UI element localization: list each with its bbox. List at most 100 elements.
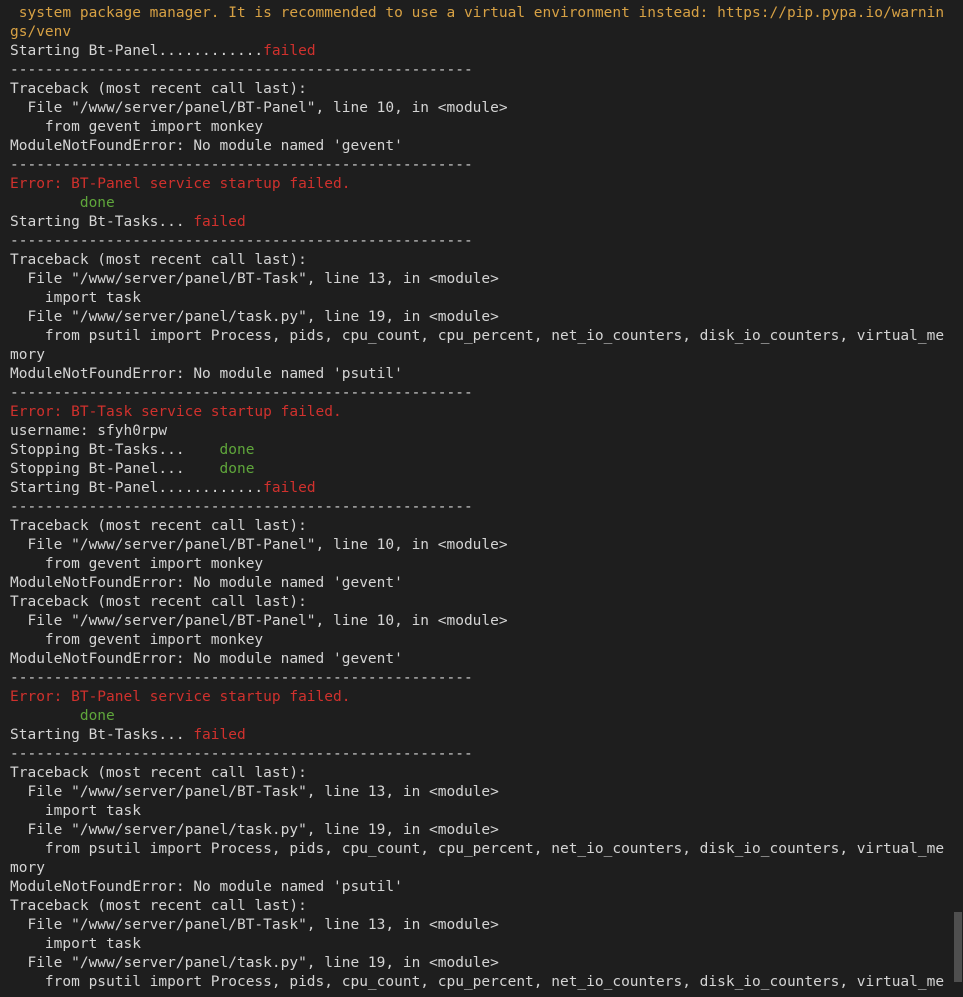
terminal-text-segment: ----------------------------------------… xyxy=(10,385,473,401)
terminal-text-segment: Starting Bt-Panel............ xyxy=(10,480,264,496)
terminal-text-segment: gs/venv xyxy=(10,24,72,40)
terminal-line: import task xyxy=(10,289,953,308)
terminal-text-segment: failed xyxy=(193,214,246,230)
terminal-line: Traceback (most recent call last): xyxy=(10,897,953,916)
terminal-text-segment: Starting Bt-Tasks... xyxy=(10,214,194,230)
terminal-line: username: sfyh0rpw xyxy=(10,422,953,441)
terminal-text-segment: ----------------------------------------… xyxy=(10,233,473,249)
terminal-line: Stopping Bt-Tasks... done xyxy=(10,441,953,460)
terminal-text-segment: Starting Bt-Tasks... xyxy=(10,727,194,743)
terminal-text-segment: from gevent import monkey xyxy=(10,632,264,648)
terminal-text-segment: done xyxy=(219,461,255,477)
terminal-line: from psutil import Process, pids, cpu_co… xyxy=(10,840,953,859)
terminal-text-segment: failed xyxy=(263,43,316,59)
terminal-text-segment: File "/www/server/panel/task.py", line 1… xyxy=(10,822,499,838)
terminal-text-segment: from psutil import Process, pids, cpu_co… xyxy=(10,328,945,344)
terminal-text-segment: system package manager. It is recommende… xyxy=(10,5,945,21)
terminal-text-segment: ----------------------------------------… xyxy=(10,157,473,173)
terminal-line: Starting Bt-Tasks... failed xyxy=(10,726,953,745)
terminal-text-segment: Error: BT-Panel service startup failed. xyxy=(10,176,351,192)
terminal-text-segment: Traceback (most recent call last): xyxy=(10,594,307,610)
terminal-text-segment: from gevent import monkey xyxy=(10,119,264,135)
terminal-text-segment: ModuleNotFoundError: No module named 'ge… xyxy=(10,575,403,591)
terminal-line: ----------------------------------------… xyxy=(10,498,953,517)
terminal-line: ModuleNotFoundError: No module named 'ps… xyxy=(10,878,953,897)
terminal-line: File "/www/server/panel/BT-Panel", line … xyxy=(10,612,953,631)
terminal-output: system package manager. It is recommende… xyxy=(0,0,953,992)
terminal-text-segment: File "/www/server/panel/BT-Task", line 1… xyxy=(10,917,499,933)
terminal-text-segment: from psutil import Process, pids, cpu_co… xyxy=(10,974,945,990)
terminal-text-segment: ----------------------------------------… xyxy=(10,670,473,686)
terminal-line: ModuleNotFoundError: No module named 'ge… xyxy=(10,137,953,156)
terminal-text-segment: Traceback (most recent call last): xyxy=(10,252,307,268)
terminal-line: mory xyxy=(10,859,953,878)
terminal-text-segment: mory xyxy=(10,860,45,876)
terminal-line: File "/www/server/panel/task.py", line 1… xyxy=(10,954,953,973)
terminal-text-segment: ModuleNotFoundError: No module named 'ps… xyxy=(10,366,403,382)
terminal-text-segment: from psutil import Process, pids, cpu_co… xyxy=(10,841,945,857)
terminal-text-segment: done xyxy=(219,442,255,458)
terminal-line: Traceback (most recent call last): xyxy=(10,517,953,536)
scrollbar-thumb[interactable] xyxy=(954,912,962,982)
terminal-line: ----------------------------------------… xyxy=(10,384,953,403)
terminal-line: import task xyxy=(10,935,953,954)
terminal-text-segment: from gevent import monkey xyxy=(10,556,264,572)
terminal-text-segment: done xyxy=(10,195,115,211)
terminal-line: File "/www/server/panel/BT-Task", line 1… xyxy=(10,783,953,802)
terminal-line: Error: BT-Task service startup failed. xyxy=(10,403,953,422)
terminal-line: Traceback (most recent call last): xyxy=(10,593,953,612)
terminal-text-segment: import task xyxy=(10,803,141,819)
terminal-text-segment: import task xyxy=(10,936,141,952)
terminal-line: system package manager. It is recommende… xyxy=(10,4,953,23)
terminal-text-segment: File "/www/server/panel/BT-Task", line 1… xyxy=(10,271,499,287)
terminal-text-segment: Traceback (most recent call last): xyxy=(10,81,307,97)
terminal-text-segment: ModuleNotFoundError: No module named 'ge… xyxy=(10,651,403,667)
terminal-line: done xyxy=(10,707,953,726)
terminal-text-segment: File "/www/server/panel/BT-Panel", line … xyxy=(10,613,508,629)
terminal-text-segment: File "/www/server/panel/task.py", line 1… xyxy=(10,955,499,971)
terminal-line: from gevent import monkey xyxy=(10,118,953,137)
terminal-text-segment: File "/www/server/panel/BT-Panel", line … xyxy=(10,537,508,553)
terminal-line: Starting Bt-Tasks... failed xyxy=(10,213,953,232)
terminal-line: mory xyxy=(10,346,953,365)
terminal-text-segment: Error: BT-Task service startup failed. xyxy=(10,404,342,420)
terminal-text-segment: Error: BT-Panel service startup failed. xyxy=(10,689,351,705)
terminal-line: ----------------------------------------… xyxy=(10,745,953,764)
terminal-text-segment: failed xyxy=(193,727,246,743)
terminal-line: File "/www/server/panel/BT-Panel", line … xyxy=(10,99,953,118)
terminal-text-segment: Traceback (most recent call last): xyxy=(10,765,307,781)
terminal-line: from gevent import monkey xyxy=(10,555,953,574)
terminal-text-segment: ----------------------------------------… xyxy=(10,746,473,762)
terminal-line: ModuleNotFoundError: No module named 'ps… xyxy=(10,365,953,384)
terminal-text-segment: import task xyxy=(10,290,141,306)
terminal-text-segment: File "/www/server/panel/task.py", line 1… xyxy=(10,309,499,325)
terminal-line: ----------------------------------------… xyxy=(10,232,953,251)
terminal-line: File "/www/server/panel/task.py", line 1… xyxy=(10,308,953,327)
terminal-text-segment: Traceback (most recent call last): xyxy=(10,898,307,914)
terminal-text-segment: File "/www/server/panel/BT-Task", line 1… xyxy=(10,784,499,800)
terminal-line: File "/www/server/panel/BT-Task", line 1… xyxy=(10,916,953,935)
terminal-line: ModuleNotFoundError: No module named 'ge… xyxy=(10,650,953,669)
terminal-line: Traceback (most recent call last): xyxy=(10,764,953,783)
terminal-line: Starting Bt-Panel............failed xyxy=(10,42,953,61)
terminal-line: from gevent import monkey xyxy=(10,631,953,650)
terminal-line: ModuleNotFoundError: No module named 'ge… xyxy=(10,574,953,593)
terminal-text-segment: Starting Bt-Panel............ xyxy=(10,43,264,59)
terminal-line: Stopping Bt-Panel... done xyxy=(10,460,953,479)
terminal-line: ----------------------------------------… xyxy=(10,61,953,80)
terminal-text-segment: Stopping Bt-Panel... xyxy=(10,461,220,477)
terminal-text-segment: ModuleNotFoundError: No module named 'ps… xyxy=(10,879,403,895)
terminal-line: from psutil import Process, pids, cpu_co… xyxy=(10,973,953,992)
terminal-line: done xyxy=(10,194,953,213)
terminal-line: import task xyxy=(10,802,953,821)
terminal-line: Traceback (most recent call last): xyxy=(10,251,953,270)
terminal-line: Traceback (most recent call last): xyxy=(10,80,953,99)
terminal-text-segment: Stopping Bt-Tasks... xyxy=(10,442,220,458)
terminal-line: Starting Bt-Panel............failed xyxy=(10,479,953,498)
terminal-text-segment: File "/www/server/panel/BT-Panel", line … xyxy=(10,100,508,116)
terminal-text-segment: Traceback (most recent call last): xyxy=(10,518,307,534)
terminal-line: Error: BT-Panel service startup failed. xyxy=(10,175,953,194)
terminal-line: Error: BT-Panel service startup failed. xyxy=(10,688,953,707)
terminal-scrollbar[interactable] xyxy=(953,0,963,997)
terminal-window[interactable]: system package manager. It is recommende… xyxy=(0,0,953,997)
